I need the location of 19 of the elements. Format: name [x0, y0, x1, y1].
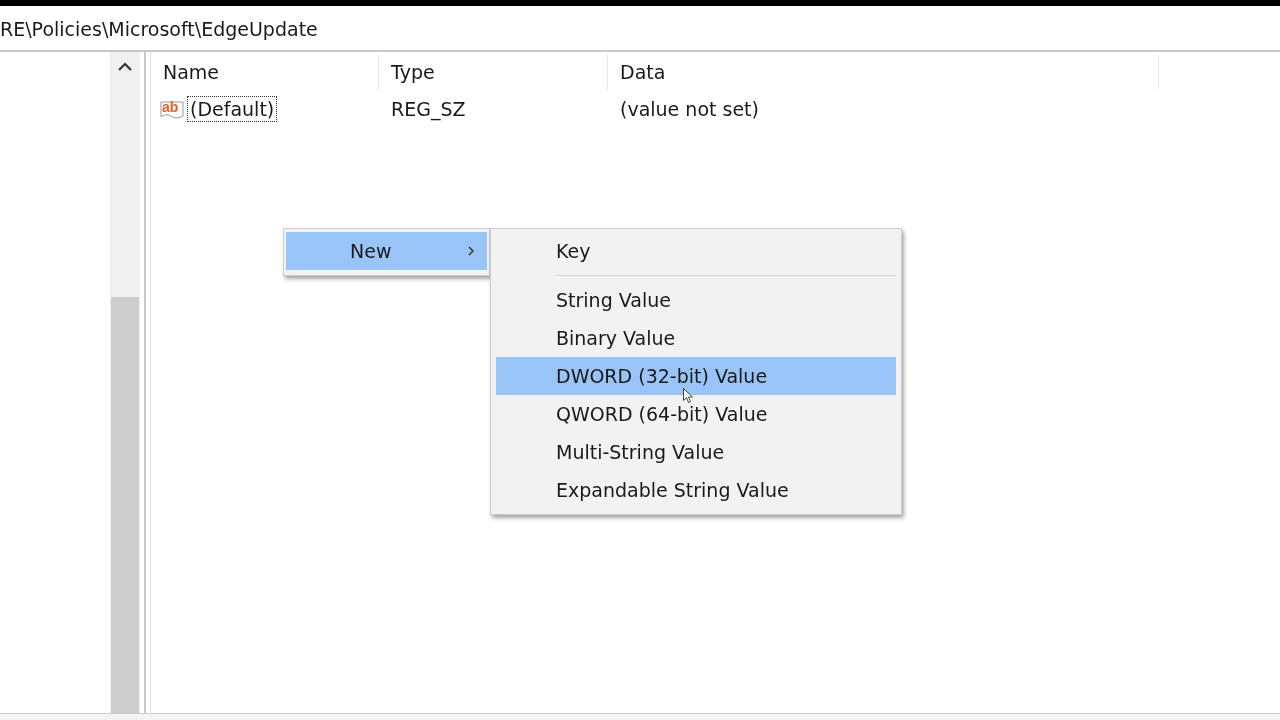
address-bar[interactable]: RE\Policies\Microsoft\EdgeUpdate — [0, 8, 1280, 52]
menu-item[interactable]: New — [286, 232, 487, 270]
column-header[interactable]: Name — [151, 54, 379, 90]
menu-item[interactable]: Binary Value — [496, 319, 896, 357]
pane-splitter[interactable] — [144, 52, 151, 713]
menu-item[interactable]: DWORD (32-bit) Value — [496, 357, 896, 395]
value-type: REG_SZ — [390, 98, 467, 120]
column-header[interactable]: Type — [379, 54, 608, 90]
menu-item[interactable]: String Value — [496, 281, 896, 319]
mouse-cursor-icon — [683, 388, 694, 404]
scrollbar[interactable] — [110, 52, 140, 713]
value-data: (value not set) — [619, 98, 760, 120]
value-name[interactable]: (Default) — [187, 96, 278, 122]
menu-item[interactable]: Multi-String Value — [496, 433, 896, 471]
menu-item[interactable]: QWORD (64-bit) Value — [496, 395, 896, 433]
scrollbar-thumb[interactable] — [111, 297, 139, 713]
column-header[interactable]: Data — [608, 54, 1159, 90]
menu-item[interactable]: Key — [496, 232, 896, 270]
menu-item[interactable]: Expandable String Value — [496, 471, 896, 509]
